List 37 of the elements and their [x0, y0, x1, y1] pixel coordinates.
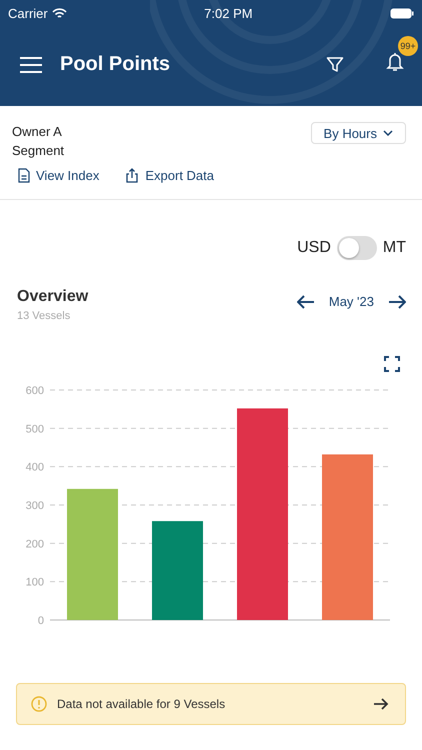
y-axis-label: 200 — [26, 538, 44, 550]
filter-label: Segment — [12, 143, 64, 158]
y-axis-label: 300 — [26, 500, 44, 512]
chevron-down-icon — [383, 130, 393, 136]
by-hours-dropdown[interactable]: By Hours — [310, 122, 406, 144]
filter-icon[interactable] — [326, 56, 344, 74]
y-axis-label: 100 — [26, 576, 44, 589]
filter-label: Owner A — [12, 124, 63, 139]
y-axis-label: 500 — [26, 423, 44, 436]
wifi-icon — [52, 8, 67, 18]
unit-toggle-switch[interactable] — [336, 236, 377, 260]
notification-bell-icon[interactable] — [386, 52, 404, 72]
document-icon — [18, 168, 30, 183]
export-data-link[interactable]: Export Data — [125, 168, 214, 183]
menu-icon[interactable] — [20, 56, 42, 72]
warning-icon — [31, 696, 47, 712]
warning-text: Data not available for 9 Vessels — [57, 697, 226, 711]
y-axis-label: 0 — [38, 615, 44, 627]
usd-label: USD — [297, 239, 331, 257]
arrow-right-icon[interactable] — [373, 697, 389, 711]
mt-label: MT — [382, 239, 406, 257]
status-time: 7:02 PM — [204, 6, 253, 20]
notification-badge: 99+ — [398, 36, 418, 56]
y-axis-label: 400 — [26, 462, 44, 474]
previous-arrow-icon[interactable] — [296, 294, 315, 308]
battery-icon — [390, 8, 414, 18]
next-arrow-icon[interactable] — [388, 294, 406, 308]
warning-banner[interactable]: Data not available for 9 Vessels — [16, 683, 406, 725]
share-icon — [125, 168, 140, 183]
app-title: Pool Points — [60, 53, 171, 76]
overview-title: Overview — [17, 288, 88, 306]
vessel-count: 13 Vessels — [17, 310, 72, 322]
y-axis-label: 600 — [26, 385, 44, 397]
fullscreen-icon[interactable] — [384, 356, 400, 372]
carrier-label: Carrier — [8, 6, 48, 20]
period-label: May '23 — [328, 294, 374, 309]
view-index-link[interactable]: View Index — [18, 168, 100, 183]
